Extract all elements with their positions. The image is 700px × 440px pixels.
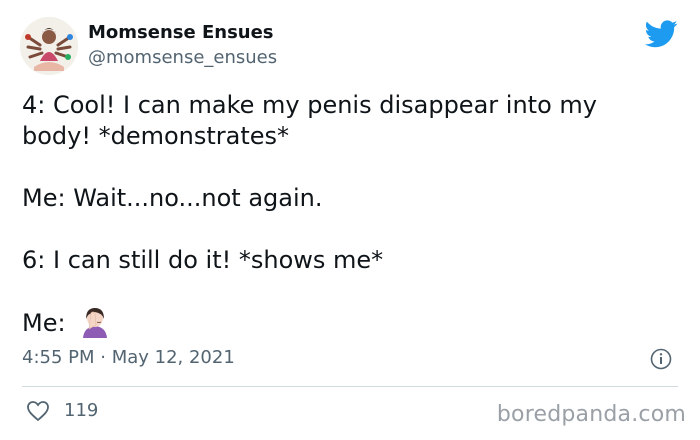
tweet-paragraph: 6: I can still do it! *shows me* [22, 246, 384, 274]
tweet-last-line-prefix: Me: [22, 308, 66, 337]
author-name[interactable]: Momsense Ensues [88, 22, 274, 43]
twitter-bird-icon[interactable] [645, 20, 678, 48]
avatar-illustration [20, 17, 78, 75]
tweet-paragraph: Me: Wait...no...not again. [22, 184, 323, 212]
heart-icon[interactable] [26, 400, 50, 422]
watermark: boredpanda.com [496, 402, 686, 427]
like-count: 119 [64, 400, 99, 421]
info-icon[interactable] [650, 348, 672, 370]
divider [22, 386, 678, 387]
avatar[interactable] [20, 17, 78, 75]
tweet-last-line: Me: [22, 307, 672, 339]
tweet-paragraph: 4: Cool! I can make my penis disappear i… [22, 91, 605, 150]
tweet-body: 4: Cool! I can make my penis disappear i… [22, 90, 672, 339]
author-handle[interactable]: @momsense_ensues [88, 47, 277, 68]
tweet-timestamp[interactable]: 4:55 PM · May 12, 2021 [22, 347, 235, 368]
woman-facepalming-icon [82, 308, 107, 338]
